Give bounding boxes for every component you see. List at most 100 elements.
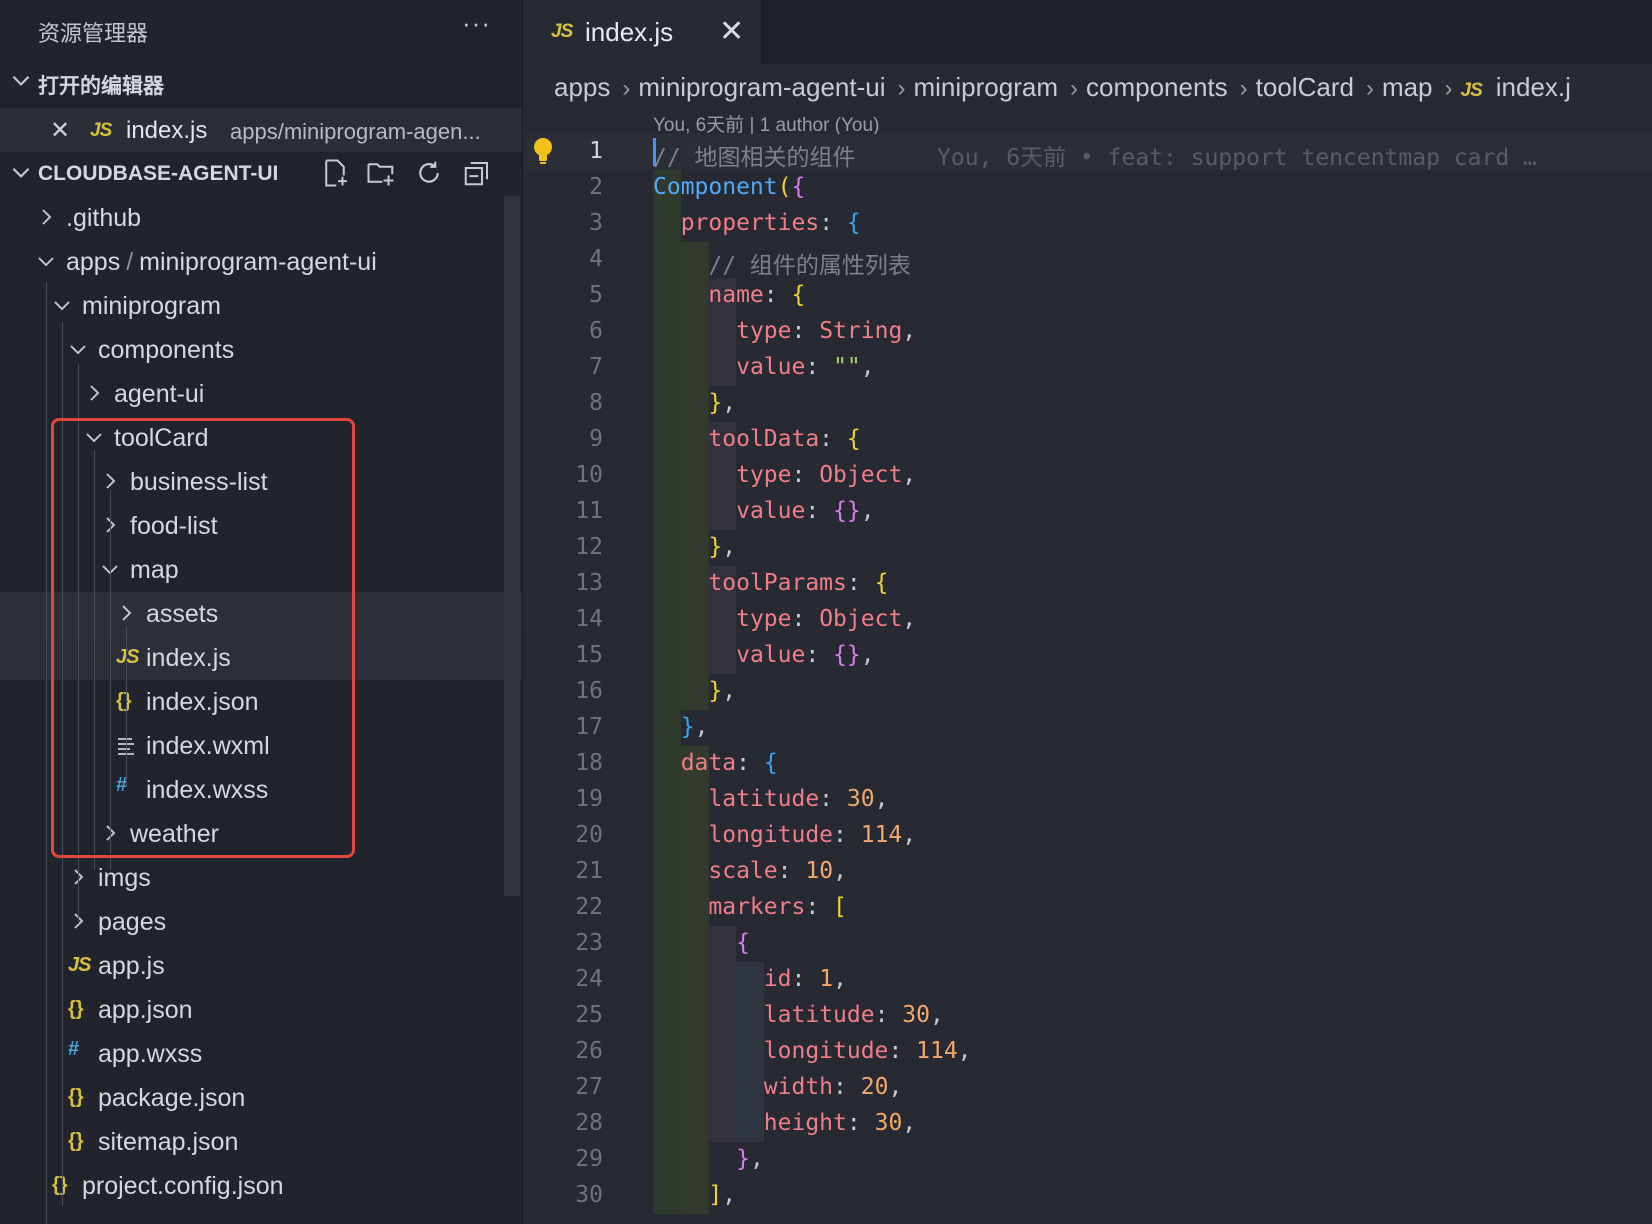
code-line[interactable]: 19 latitude: 30, — [523, 782, 1652, 818]
breadcrumb-item[interactable]: apps — [554, 72, 610, 102]
open-editor-name: index.js — [126, 117, 208, 144]
code-line[interactable]: 12 }, — [523, 530, 1652, 566]
collapse-all-icon[interactable] — [462, 158, 492, 188]
tree-item[interactable]: {} sitemap.json — [0, 1120, 522, 1164]
code-line[interactable]: 30 ], — [523, 1178, 1652, 1214]
code-line[interactable]: 5 name: { — [523, 278, 1652, 314]
blame-header[interactable]: You, 6天前 | 1 author (You) — [653, 110, 879, 137]
chevron-down-icon — [34, 249, 58, 273]
tree-item[interactable]: {} package.json — [0, 1076, 522, 1120]
open-editors-section[interactable]: 打开的编辑器 — [0, 60, 522, 104]
breadcrumb-item[interactable]: toolCard — [1256, 72, 1354, 102]
code-line[interactable]: 18 data: { — [523, 746, 1652, 782]
code-text: }, — [708, 678, 737, 704]
tree-item[interactable]: # app.wxss — [0, 1032, 522, 1076]
line-number: 20 — [575, 822, 603, 848]
code-line[interactable]: 9 toolData: { — [523, 422, 1652, 458]
breadcrumb-item[interactable]: miniprogram-agent-ui — [638, 72, 885, 102]
code-line[interactable]: 4 // 组件的属性列表 — [523, 242, 1652, 279]
line-number: 7 — [589, 354, 603, 380]
code-line[interactable]: 23 { — [523, 926, 1652, 962]
code-line[interactable]: 10 type: Object, — [523, 458, 1652, 494]
tree-item[interactable]: JS app.js — [0, 944, 522, 988]
code-line[interactable]: 21 scale: 10, — [523, 854, 1652, 890]
refresh-icon[interactable] — [414, 158, 444, 188]
code-text: type: String, — [736, 318, 917, 344]
line-number: 22 — [575, 894, 603, 920]
code-line[interactable]: 14 type: Object, — [523, 602, 1652, 638]
code-line[interactable]: 2 Component({ — [523, 170, 1652, 206]
js-file-icon: JS — [68, 954, 91, 976]
breadcrumb-item[interactable]: index.j — [1496, 72, 1571, 102]
code-text: }, — [736, 1146, 764, 1172]
chevron-right-icon: › — [1239, 75, 1248, 102]
breadcrumb-item[interactable]: map — [1382, 72, 1433, 102]
line-number: 16 — [575, 678, 603, 704]
code-line[interactable]: 17 }, — [523, 710, 1652, 746]
js-file-icon: JS — [551, 21, 573, 42]
json-file-icon: {} — [68, 1086, 84, 1108]
js-file-icon: JS — [1460, 80, 1483, 101]
line-number: 27 — [575, 1074, 603, 1100]
more-actions-icon[interactable]: ··· — [462, 8, 491, 39]
highlight-annotation-box — [51, 418, 355, 858]
chevron-right-icon: › — [622, 75, 631, 102]
code-line[interactable]: 25 latitude: 30, — [523, 998, 1652, 1034]
code-text: // 地图相关的组件 — [653, 145, 856, 171]
tree-item[interactable]: .github — [0, 196, 522, 240]
code-line[interactable]: 22 markers: [ — [523, 890, 1652, 926]
tab-index-js[interactable]: JS index.js ✕ — [523, 0, 761, 64]
code-text: toolParams: { — [708, 570, 889, 596]
code-line[interactable]: 16 }, — [523, 674, 1652, 710]
chevron-down-icon — [66, 337, 90, 361]
code-line[interactable]: 7 value: "", — [523, 350, 1652, 386]
tree-item[interactable]: {} app.json — [0, 988, 522, 1032]
code-line[interactable]: 28 height: 30, — [523, 1106, 1652, 1142]
inline-blame[interactable]: You, 6天前 • feat: support tencentmap card… — [937, 138, 1537, 172]
code-text: longitude: 114, — [708, 822, 917, 848]
code-line[interactable]: 6 type: String, — [523, 314, 1652, 350]
code-line[interactable]: 29 }, — [523, 1142, 1652, 1178]
sidebar-scrollbar[interactable] — [504, 196, 520, 896]
tree-item[interactable]: apps / miniprogram-agent-ui — [0, 240, 522, 284]
code-line[interactable]: 3 properties: { — [523, 206, 1652, 242]
code-line[interactable]: 26 longitude: 114, — [523, 1034, 1652, 1070]
code-line[interactable]: 15 value: {}, — [523, 638, 1652, 674]
project-section[interactable]: CLOUDBASE-AGENT-UI — [0, 152, 522, 196]
line-number: 30 — [575, 1182, 603, 1208]
code-line[interactable]: 8 }, — [523, 386, 1652, 422]
code-line[interactable]: 1// 地图相关的组件 You, 6天前 • feat: support tenc… — [523, 134, 1652, 172]
tree-item[interactable]: {} project.config.json — [0, 1164, 522, 1208]
code-line[interactable]: 11 value: {}, — [523, 494, 1652, 530]
line-number: 12 — [575, 534, 603, 560]
new-folder-icon[interactable] — [366, 158, 396, 188]
code-line[interactable]: 20 longitude: 114, — [523, 818, 1652, 854]
explorer-header: 资源管理器 ··· — [0, 0, 522, 58]
lightbulb-icon[interactable] — [531, 136, 555, 172]
line-number: 2 — [589, 174, 603, 200]
code-line[interactable]: 24 id: 1, — [523, 962, 1652, 998]
code-line[interactable]: 27 width: 20, — [523, 1070, 1652, 1106]
code-text: properties: { — [680, 210, 861, 236]
code-text: Component({ — [653, 174, 806, 200]
code-text: id: 1, — [763, 966, 847, 992]
tree-item-label: package.json — [98, 1084, 246, 1112]
close-icon[interactable]: ✕ — [50, 116, 70, 145]
code-text: type: Object, — [736, 462, 917, 488]
new-file-icon[interactable] — [320, 158, 350, 188]
open-editor-item[interactable]: ✕ JS index.js apps/miniprogram-agen... — [0, 108, 522, 152]
line-number: 14 — [575, 606, 603, 632]
chevron-right-icon: › — [897, 75, 906, 102]
tab-bar: JS index.js ✕ — [523, 0, 1652, 64]
breadcrumb: apps › miniprogram-agent-ui › miniprogram › co… — [554, 72, 1575, 106]
breadcrumb-item[interactable]: miniprogram — [914, 72, 1059, 102]
tree-item-label: app.js — [98, 952, 165, 980]
tree-item[interactable]: miniprogram — [0, 284, 522, 328]
chevron-down-icon — [50, 293, 74, 317]
breadcrumb-item[interactable]: components — [1086, 72, 1228, 102]
code-line[interactable]: 13 toolParams: { — [523, 566, 1652, 602]
line-number: 11 — [575, 498, 603, 524]
tree-item-label: miniprogram — [82, 292, 221, 320]
close-icon[interactable]: ✕ — [719, 14, 744, 49]
tree-item-label: apps / miniprogram-agent-ui — [66, 248, 377, 276]
